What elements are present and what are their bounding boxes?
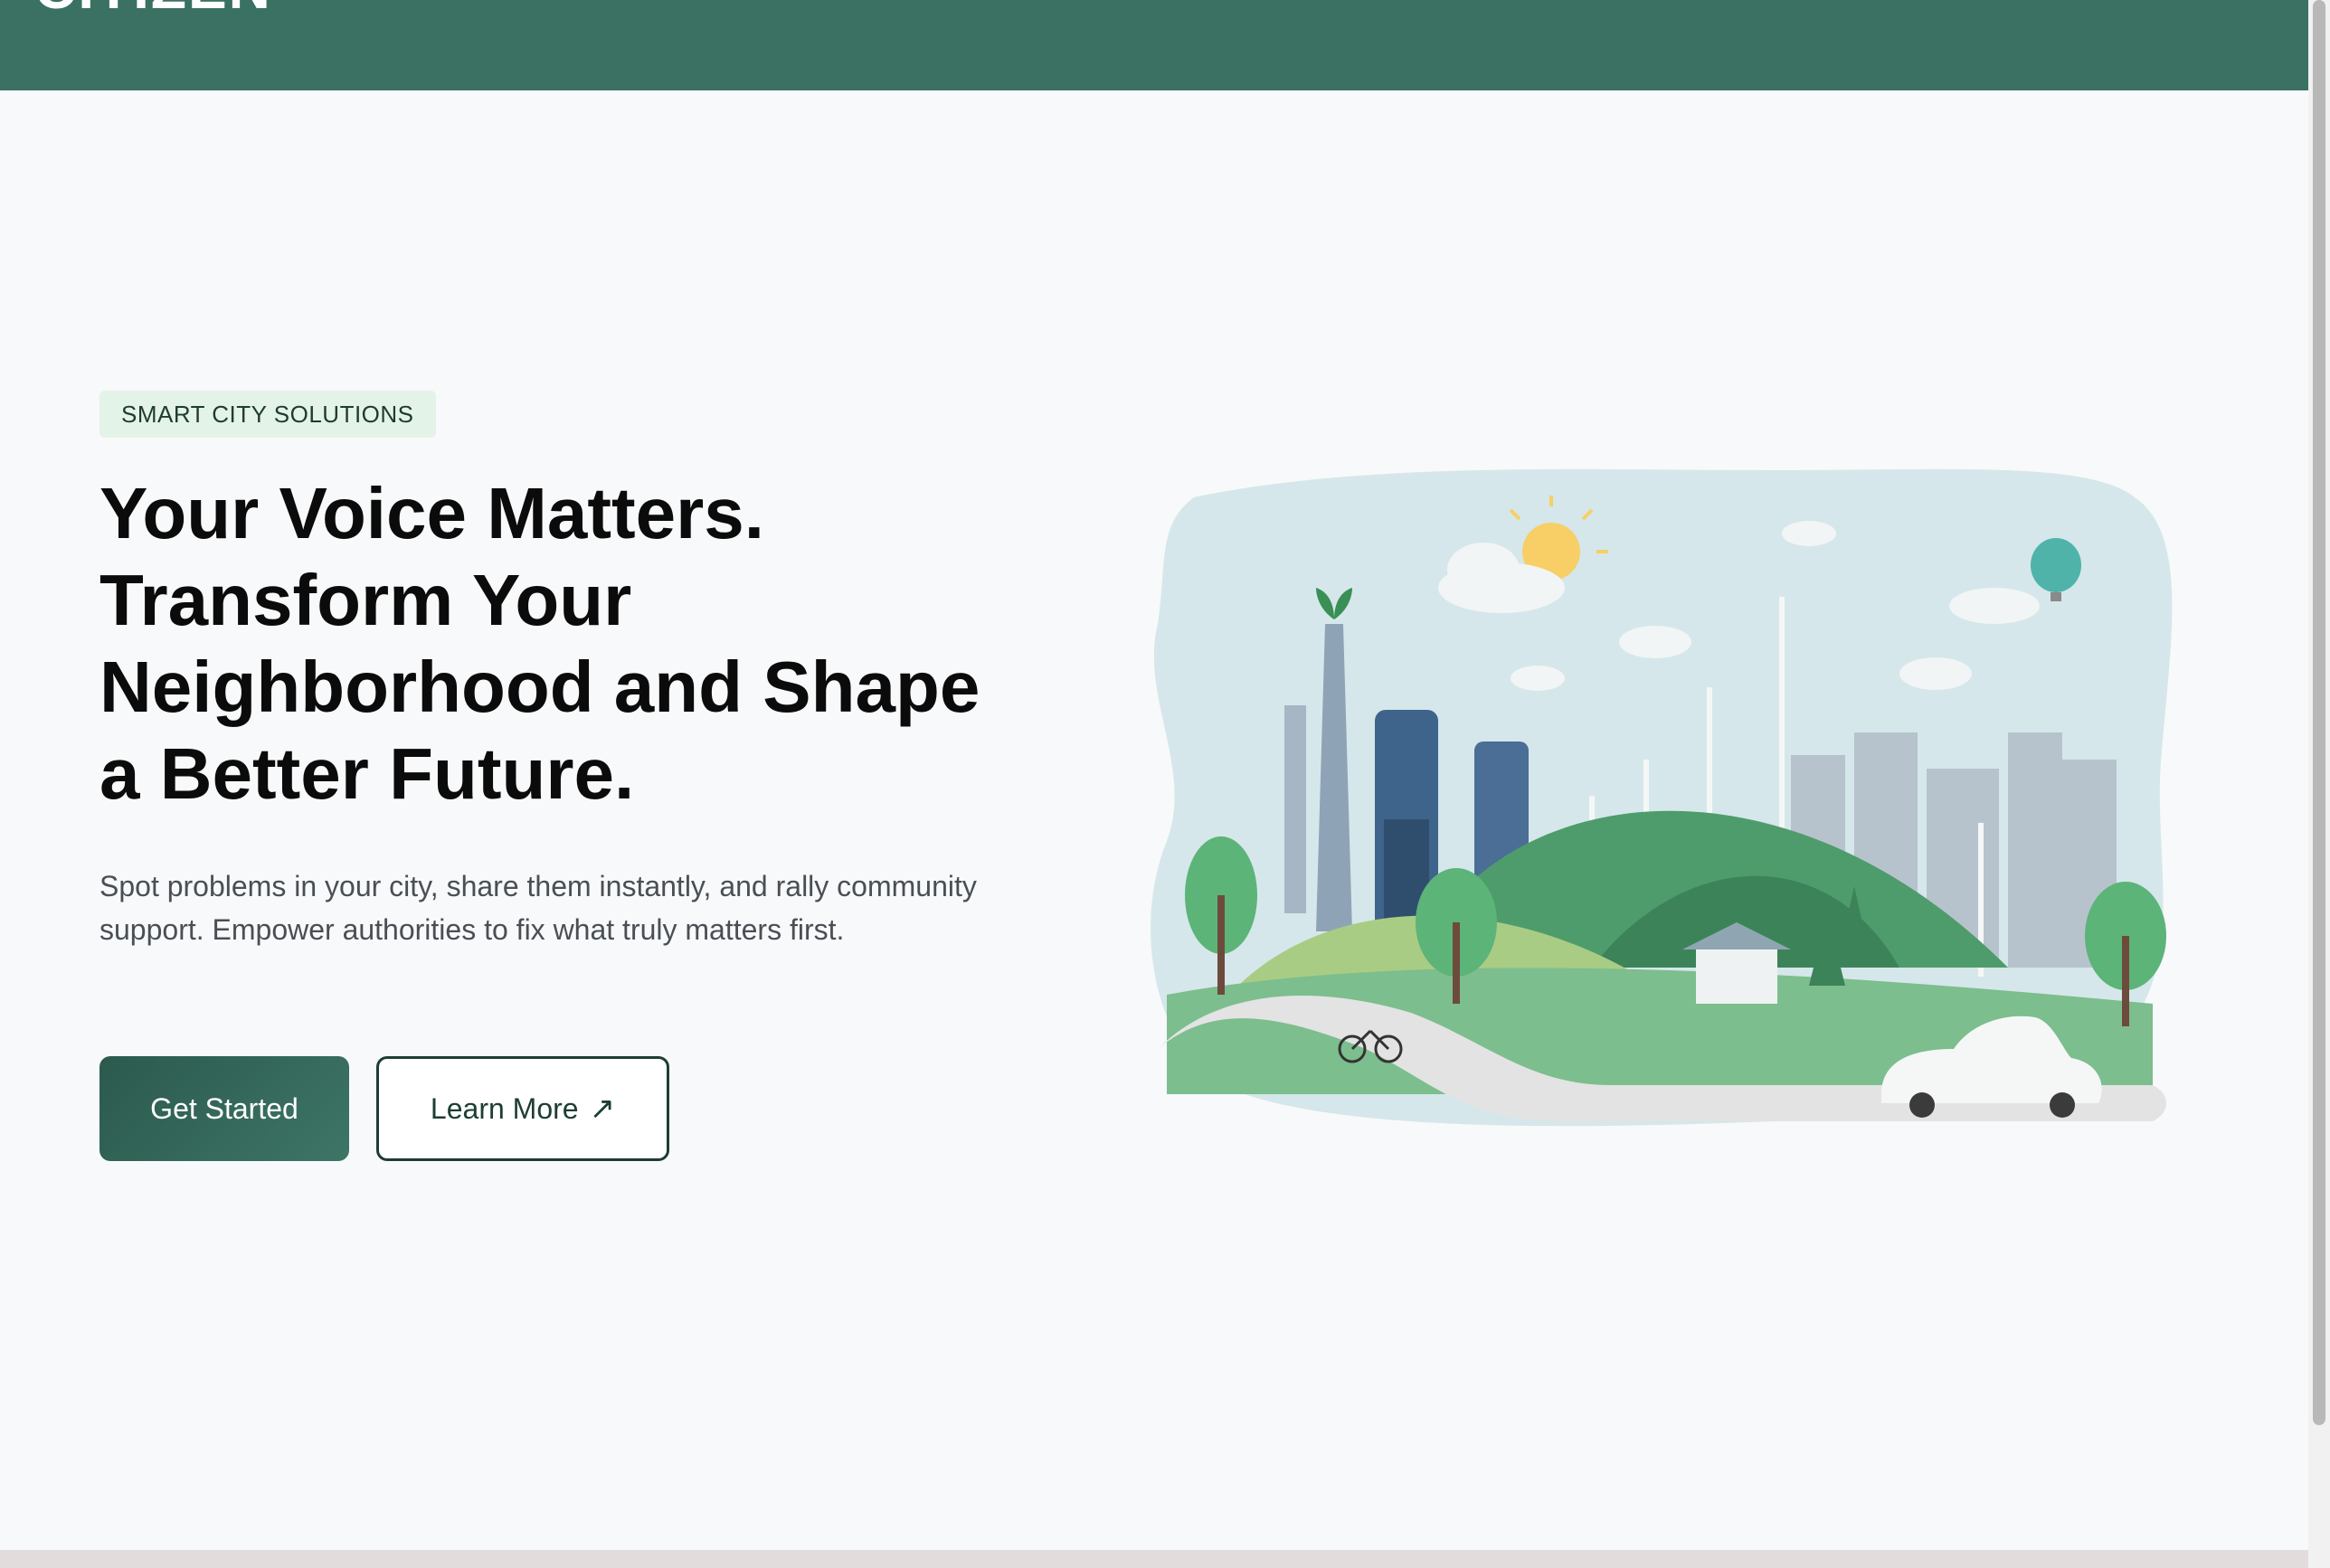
window-bottom-edge <box>0 1550 2308 1568</box>
category-badge: SMART CITY SOLUTIONS <box>99 391 436 438</box>
arrow-up-right-icon: ↗ <box>589 1091 616 1126</box>
get-started-label: Get Started <box>150 1091 298 1125</box>
brand-logo[interactable]: CITIZEN <box>34 0 272 22</box>
hero-headline: Your Voice Matters. Transform Your Neigh… <box>99 473 980 814</box>
get-started-button[interactable]: Get Started <box>99 1056 349 1161</box>
hero-description: Spot problems in your city, share them i… <box>99 870 977 946</box>
learn-more-label: Learn More <box>430 1091 579 1125</box>
learn-more-button[interactable]: Learn More ↗ <box>376 1056 669 1161</box>
vertical-scrollbar[interactable] <box>2308 0 2330 1568</box>
green-city-illustration <box>1151 468 2173 1127</box>
top-navigation-bar: CITIZEN <box>0 0 2308 90</box>
scrollbar-thumb[interactable] <box>2313 0 2325 1425</box>
